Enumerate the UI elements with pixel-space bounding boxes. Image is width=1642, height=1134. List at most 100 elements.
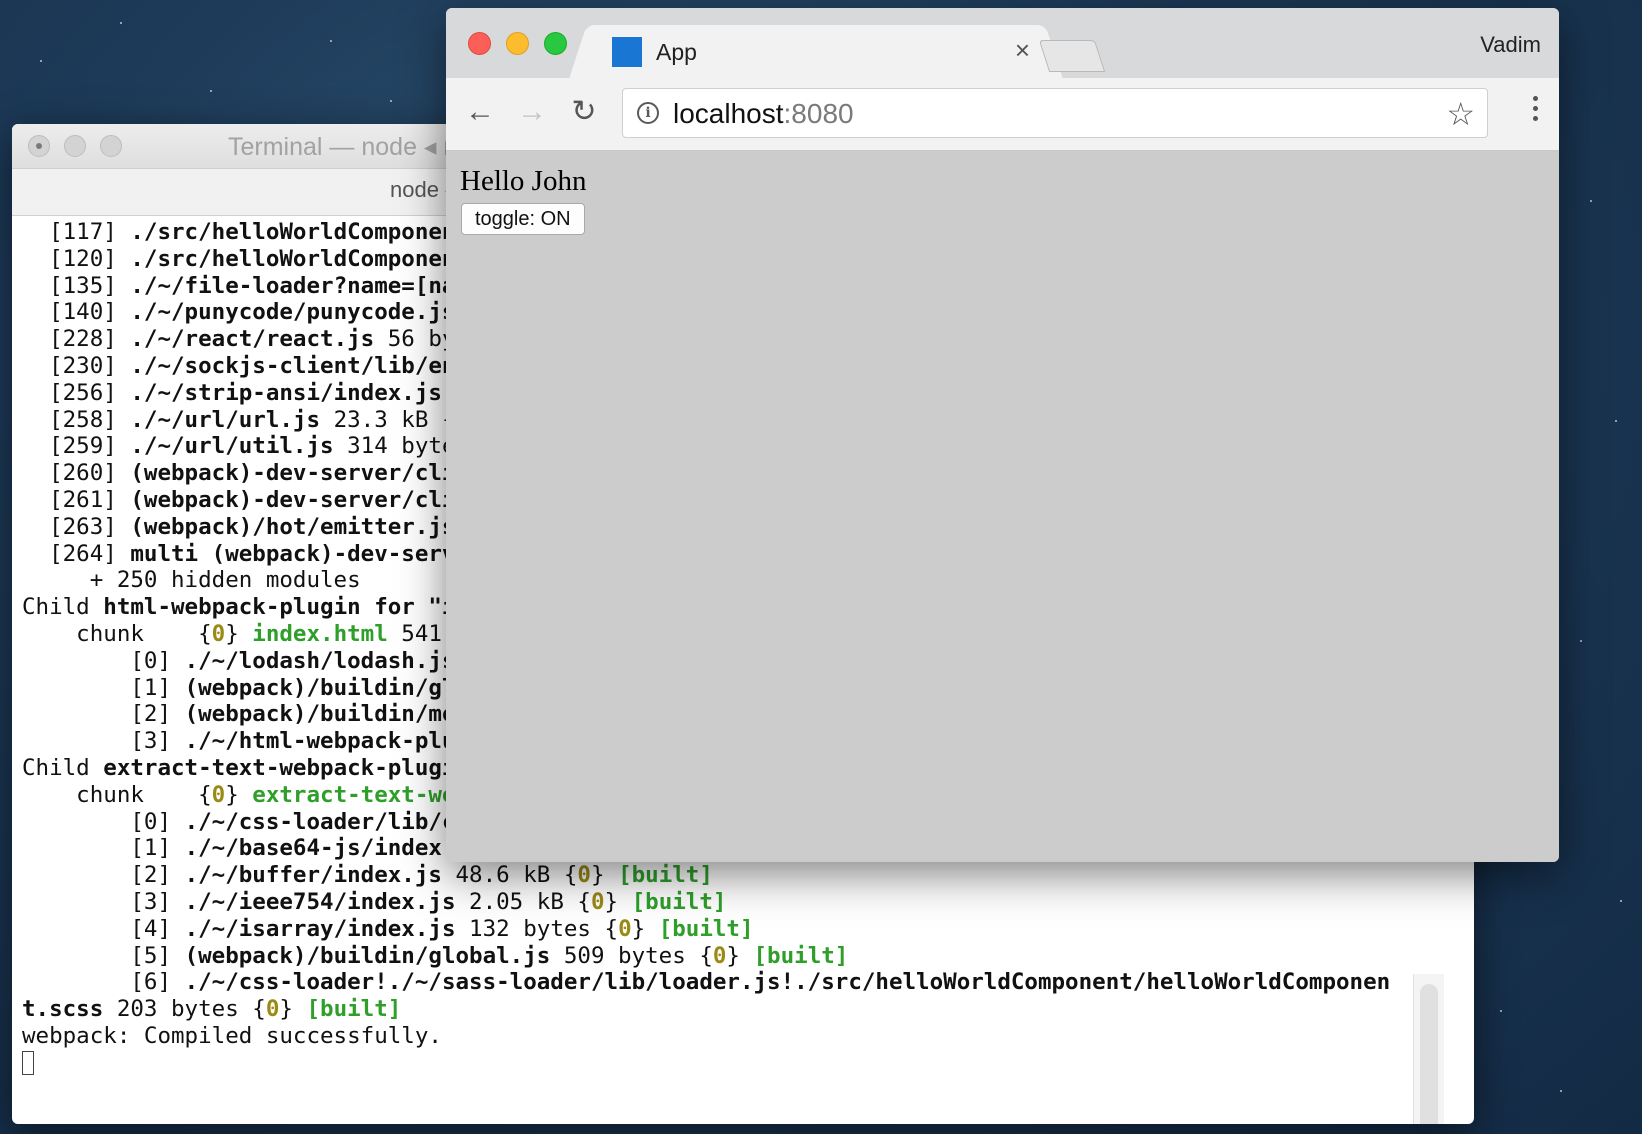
browser-window-controls — [468, 32, 567, 55]
terminal-text-segment: [140] — [22, 299, 131, 326]
new-tab-button[interactable] — [1038, 40, 1106, 72]
terminal-text-segment: 0 — [211, 781, 226, 808]
terminal-scrollbar-thumb[interactable] — [1420, 984, 1438, 1124]
back-arrow-icon[interactable]: ← — [462, 94, 498, 130]
terminal-text-segment: chunk { — [22, 781, 212, 808]
terminal-text-segment: [4] — [22, 915, 185, 942]
browser-tab-app[interactable]: App × — [596, 25, 1036, 78]
terminal-text-segment: [0] — [22, 808, 185, 835]
url-text[interactable]: localhost:8080 — [673, 98, 854, 130]
toggle-button[interactable]: toggle: ON — [461, 203, 585, 235]
terminal-line: [5] (webpack)/buildin/global.js 509 byte… — [22, 943, 1474, 970]
terminal-text-segment: 0 — [618, 915, 632, 942]
terminal-text-segment: [259] — [22, 433, 131, 460]
terminal-text-segment: [3] — [22, 888, 185, 915]
terminal-text-segment: } — [604, 888, 632, 915]
app-favicon-icon — [612, 37, 642, 67]
terminal-text-segment: 23.3 kB { — [320, 406, 456, 433]
terminal-line: [4] ./~/isarray/index.js 132 bytes {0} [… — [22, 916, 1474, 943]
tab-close-icon[interactable]: × — [1015, 35, 1030, 66]
terminal-text-segment: [261] — [22, 486, 131, 513]
terminal-text-segment: } — [279, 996, 307, 1023]
terminal-zoom-button[interactable] — [100, 135, 122, 157]
terminal-close-button[interactable] — [28, 135, 50, 157]
terminal-text-segment: } — [631, 915, 659, 942]
terminal-text-segment: ./src/helloWorldComponen — [130, 219, 456, 245]
terminal-line: [6] ./~/css-loader!./~/sass-loader/lib/l… — [22, 969, 1474, 996]
terminal-text-segment: 0 — [577, 862, 591, 889]
browser-menu-icon[interactable] — [1533, 96, 1539, 126]
terminal-text-segment: [built] — [631, 888, 727, 915]
terminal-text-segment: 56 by — [374, 326, 456, 353]
profile-name[interactable]: Vadim — [1480, 32, 1541, 58]
terminal-text-segment: 509 bytes { — [550, 942, 713, 969]
terminal-text-segment: extract-text-we — [252, 781, 456, 808]
forward-arrow-icon[interactable]: → — [514, 94, 550, 130]
terminal-text-segment: index.html — [252, 620, 388, 647]
terminal-text-segment: [built] — [306, 996, 402, 1023]
terminal-text-segment: } — [590, 862, 619, 889]
browser-titlebar[interactable]: App × Vadim — [446, 8, 1559, 78]
background-star — [210, 90, 212, 92]
terminal-text-segment: [2] — [22, 701, 185, 728]
browser-close-button[interactable] — [468, 32, 491, 55]
terminal-text-segment: (webpack)/hot/emitter.js — [130, 513, 456, 540]
background-star — [1620, 900, 1622, 902]
terminal-text-segment: [256] — [22, 379, 131, 406]
terminal-text-segment: [built] — [618, 862, 713, 889]
terminal-text-segment: [5] — [22, 942, 185, 969]
tab-title: App — [656, 39, 697, 65]
terminal-text-segment: ./~/css-loader/lib/c — [184, 808, 456, 835]
browser-minimize-button[interactable] — [506, 32, 529, 55]
terminal-text-segment: 314 byte — [333, 433, 456, 460]
terminal-text-segment: ./~/sockjs-client/lib/en — [130, 352, 456, 379]
background-star — [120, 22, 122, 24]
terminal-text-segment: 2.05 kB { — [455, 888, 591, 915]
terminal-text-segment: ./~/react/react.js — [130, 326, 375, 353]
terminal-text-segment: 541 — [387, 620, 442, 647]
terminal-text-segment: multi (webpack)-dev-serv — [130, 540, 456, 567]
address-bar[interactable]: i localhost:8080 ☆ — [622, 88, 1488, 138]
terminal-text-segment: [6] — [22, 969, 185, 996]
terminal-text-segment: 203 bytes { — [103, 996, 266, 1023]
terminal-text-segment: ./~/punycode/punycode.js — [130, 299, 456, 326]
terminal-text-segment: ./~/strip-ansi/index.js — [130, 379, 442, 406]
browser-zoom-button[interactable] — [544, 32, 567, 55]
bookmark-star-icon[interactable]: ☆ — [1446, 95, 1475, 133]
terminal-line: [2] ./~/buffer/index.js 48.6 kB {0} [bui… — [22, 862, 1474, 889]
terminal-line: [3] ./~/ieee754/index.js 2.05 kB {0} [bu… — [22, 889, 1474, 916]
greeting-text: Hello John — [460, 165, 587, 197]
terminal-text-segment: 0 — [211, 620, 226, 647]
reload-icon[interactable]: ↻ — [566, 94, 602, 130]
terminal-text-segment: chunk { — [22, 620, 212, 647]
terminal-text-segment: [228] — [22, 326, 131, 353]
background-star — [1580, 640, 1582, 642]
terminal-text-segment: extract-text-webpack-plugi — [103, 754, 456, 781]
browser-window[interactable]: App × Vadim ← → ↻ i localhost:8080 ☆ Hel… — [446, 8, 1559, 862]
url-port: :8080 — [783, 98, 854, 129]
background-star — [390, 100, 392, 102]
terminal-text-segment: ./~/url/util.js — [130, 433, 334, 460]
terminal-title: Terminal — node ◂ n — [228, 133, 458, 161]
terminal-text-segment: } — [225, 620, 253, 647]
background-star — [40, 60, 42, 62]
terminal-text-segment: ./~/lodash/lodash.js — [184, 647, 456, 674]
terminal-text-segment: 0 — [712, 942, 727, 969]
terminal-text-segment: 0 — [590, 888, 605, 915]
terminal-text-segment: ./src/helloWorldComponen — [130, 245, 456, 272]
terminal-minimize-button[interactable] — [64, 135, 86, 157]
terminal-text-segment: [120] — [22, 245, 131, 272]
terminal-text-segment: Child — [22, 594, 104, 621]
terminal-text-segment: ./~/ieee754/index.js — [184, 888, 456, 915]
browser-toolbar: ← → ↻ i localhost:8080 ☆ — [446, 78, 1559, 151]
terminal-text-segment: (webpack)/buildin/gl — [184, 674, 456, 701]
background-star — [1500, 1010, 1502, 1012]
terminal-text-segment: ./~/buffer/index.js — [184, 862, 442, 889]
terminal-text-segment: [built] — [753, 942, 849, 969]
terminal-text-segment: [264] — [22, 540, 131, 567]
info-icon[interactable]: i — [637, 102, 659, 124]
terminal-text-segment: Child — [22, 754, 104, 781]
background-star — [1560, 1090, 1562, 1092]
terminal-text-segment: [1] — [22, 835, 185, 862]
terminal-text-segment: ./~/css-loader!./~/sass-loader/lib/loade… — [184, 969, 1391, 996]
